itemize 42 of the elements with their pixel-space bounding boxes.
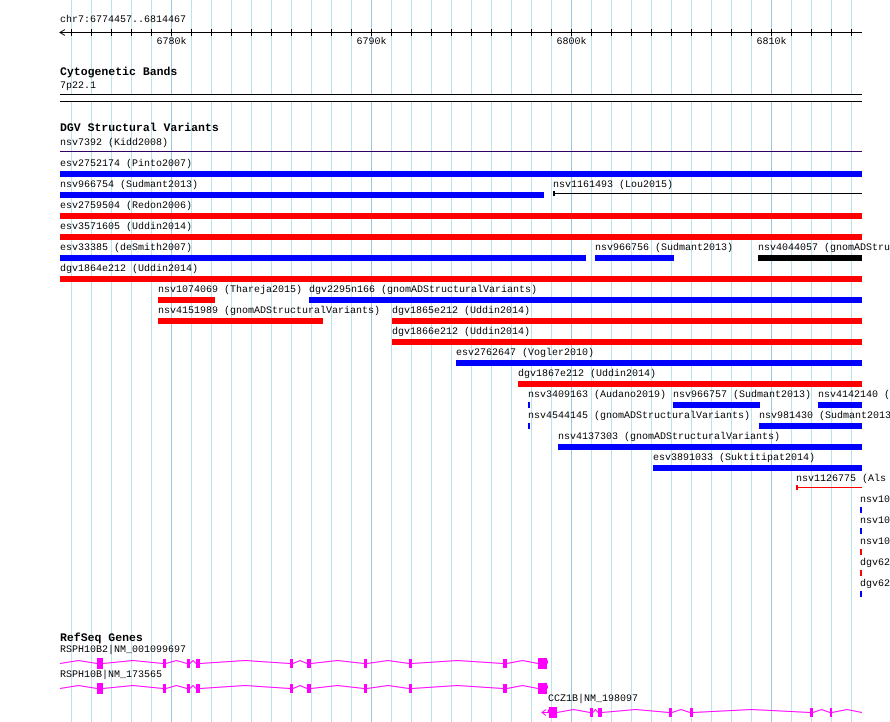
feature-label: nsv10 bbox=[860, 537, 890, 548]
feature-label: nsv4044057 (gnomADStru bbox=[758, 243, 890, 254]
feature-label: nsv4151989 (gnomADStructuralVariants) bbox=[158, 306, 380, 317]
band-label: 7p22.1 bbox=[60, 81, 96, 92]
feature-label: esv2759504 (Redon2006) bbox=[60, 201, 192, 212]
feature-label: dgv62 bbox=[860, 579, 890, 590]
track-title: RefSeq Genes bbox=[60, 633, 143, 645]
feature-label: nsv966756 (Sudmant2013) bbox=[595, 243, 734, 254]
feature-label: esv2762647 (Vogler2010) bbox=[456, 348, 594, 359]
feature-label: esv3891033 (Suktitipat2014) bbox=[653, 453, 816, 464]
feature-label: dgv2295n166 (gnomADStructuralVariants) bbox=[309, 285, 538, 296]
feature-label: nsv3409163 (Audano2019) bbox=[528, 390, 666, 401]
track-title: DGV Structural Variants bbox=[60, 123, 219, 135]
gene-label: RSPH10B|NM_173565 bbox=[60, 670, 162, 680]
feature-label: nsv10 bbox=[860, 495, 890, 506]
feature-label: nsv1126775 (Als bbox=[796, 474, 886, 485]
feature-label: dgv1866e212 (Uddin2014) bbox=[392, 327, 530, 338]
position-label: 6810k bbox=[756, 37, 787, 48]
feature-label: nsv966754 (Sudmant2013) bbox=[60, 180, 198, 191]
position-label: 6790k bbox=[356, 37, 387, 48]
feature-label: nsv981430 (Sudmant2013 bbox=[759, 411, 890, 422]
feature-label: nsv966757 (Sudmant2013) bbox=[673, 390, 812, 401]
feature-label: dgv62 bbox=[860, 558, 890, 569]
feature-label: dgv1865e212 (Uddin2014) bbox=[392, 306, 530, 317]
gene-label: RSPH10B2|NM_001099697 bbox=[60, 645, 186, 656]
position-label: 6780k bbox=[156, 37, 187, 48]
feature-label: nsv4142140 ( bbox=[818, 390, 890, 401]
feature-label: dgv1867e212 (Uddin2014) bbox=[518, 369, 656, 380]
feature-label: esv3571605 (Uddin2014) bbox=[60, 222, 192, 233]
feature-label: dgv1864e212 (Uddin2014) bbox=[60, 264, 198, 275]
gene-label: CCZ1B|NM_198097 bbox=[548, 694, 638, 705]
location-label: chr7:6774457..6814467 bbox=[60, 15, 186, 26]
feature-label: nsv4544145 (gnomADStructuralVariants) bbox=[528, 411, 750, 422]
feature-label: nsv4137303 (gnomADStructuralVariants) bbox=[558, 432, 780, 443]
feature-label: nsv7392 (Kidd2008) bbox=[60, 138, 168, 149]
feature-label: esv2752174 (Pinto2007) bbox=[60, 159, 192, 170]
feature-label: nsv1074069 (Thareja2015) bbox=[158, 285, 302, 296]
position-label: 6800k bbox=[556, 37, 587, 48]
feature-label: esv33385 (deSmith2007) bbox=[60, 243, 192, 254]
feature-label: nsv1161493 (Lou2015) bbox=[553, 180, 674, 191]
feature-label: nsv10 bbox=[860, 516, 890, 527]
track-title: Cytogenetic Bands bbox=[60, 67, 178, 79]
